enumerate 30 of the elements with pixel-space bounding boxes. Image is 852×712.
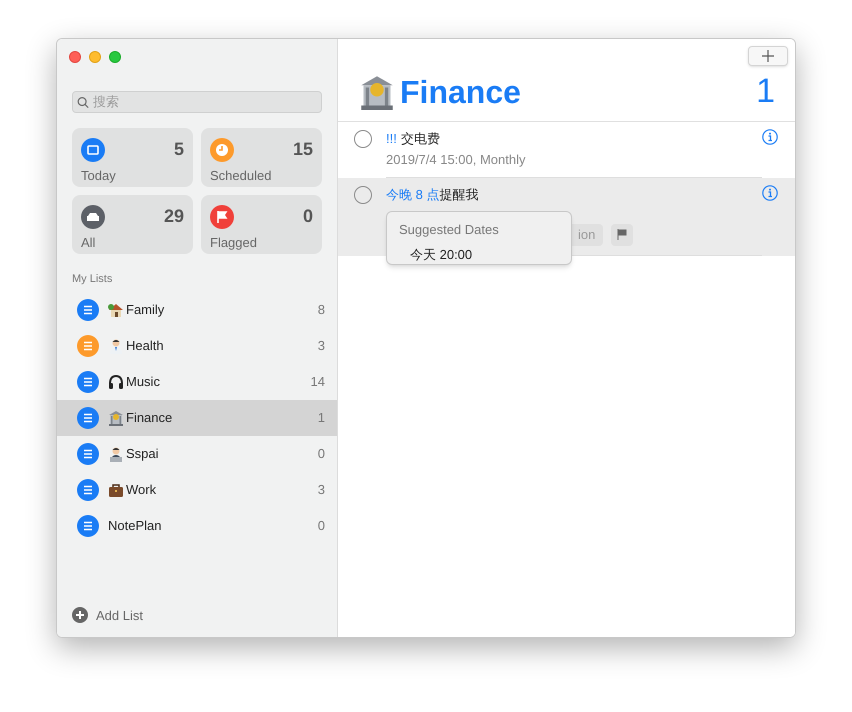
list-name: Health bbox=[126, 336, 164, 355]
list-count: 3 bbox=[318, 480, 325, 499]
tile-label: Flagged bbox=[210, 234, 258, 252]
section-heading: My Lists bbox=[72, 272, 114, 287]
priority-mark: !!! bbox=[386, 130, 397, 148]
tile-count: 29 bbox=[164, 205, 184, 228]
list-name: NotePlan bbox=[108, 516, 162, 535]
reminder-detail: 2019/7/4 15:00, Monthly bbox=[386, 150, 526, 169]
tile-label: Scheduled bbox=[210, 167, 272, 185]
reminder-title: 交电费 bbox=[400, 130, 440, 148]
list-name: Work bbox=[126, 480, 156, 499]
tile-label: Today bbox=[81, 167, 117, 185]
reminder-title: 今晚 8 点提醒我 bbox=[386, 186, 478, 204]
list-count: 14 bbox=[310, 372, 325, 391]
list-count: 3 bbox=[318, 336, 325, 355]
tile-label: All bbox=[81, 234, 96, 252]
tile-count: 5 bbox=[174, 138, 184, 161]
list-name: Sspai bbox=[126, 444, 159, 463]
tile-count: 15 bbox=[292, 138, 313, 161]
tile-count: 0 bbox=[302, 205, 313, 228]
list-total: 1 bbox=[756, 71, 775, 112]
list-count: 0 bbox=[318, 516, 325, 535]
list-count: 1 bbox=[318, 408, 325, 427]
popup-heading: Suggested Dates bbox=[399, 221, 500, 239]
list-count: 0 bbox=[318, 444, 325, 463]
list-name: Finance bbox=[126, 408, 172, 427]
list-name: Family bbox=[126, 300, 164, 319]
list-title: Finance bbox=[400, 72, 521, 112]
list-count: 8 bbox=[318, 300, 325, 319]
list-name: Music bbox=[126, 372, 160, 391]
